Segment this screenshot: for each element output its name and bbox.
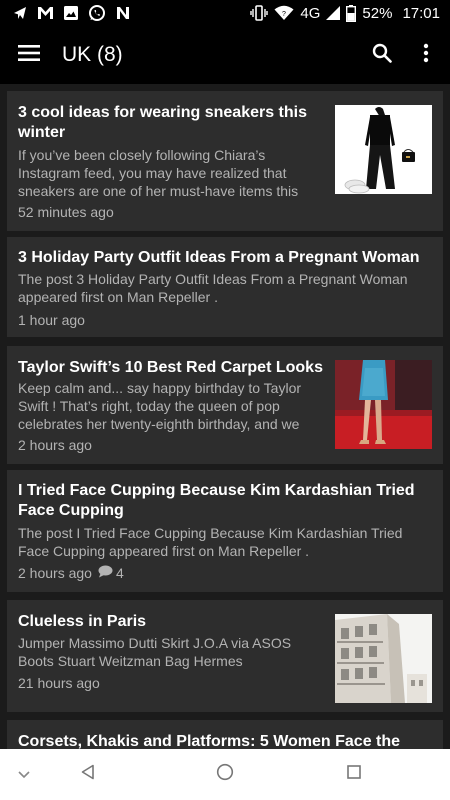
- article-excerpt: The post I Tried Face Cupping Because Ki…: [18, 525, 403, 559]
- comment-count: 4: [98, 564, 124, 582]
- article-time-text: 1 hour ago: [18, 312, 85, 328]
- search-icon: [372, 43, 392, 68]
- overflow-menu-icon: [423, 43, 429, 68]
- collapse-button[interactable]: [8, 749, 40, 800]
- article-card[interactable]: 3 cool ideas for wearing sneakers this w…: [7, 91, 443, 231]
- article-thumbnail[interactable]: [335, 614, 432, 703]
- app-bar: UK (8): [0, 26, 450, 84]
- article-title: I Tried Face Cupping Because Kim Kardash…: [18, 482, 415, 519]
- article-thumbnail[interactable]: [335, 105, 432, 194]
- article-time: 2 hours ago 4: [18, 564, 124, 582]
- clock: 17:01: [402, 4, 440, 22]
- app-n-icon: [115, 5, 131, 21]
- article-card[interactable]: Corsets, Khakis and Platforms: 5 Women F…: [7, 720, 443, 749]
- system-status: ? 4G 52% 17:01: [250, 4, 440, 22]
- signal-icon: [326, 6, 341, 20]
- menu-button[interactable]: [0, 26, 58, 84]
- telegram-icon: [12, 5, 28, 21]
- home-button[interactable]: [205, 749, 245, 800]
- overflow-menu-button[interactable]: [404, 26, 448, 84]
- article-title: Corsets, Khakis and Platforms: 5 Women F…: [18, 733, 401, 749]
- article-time: 21 hours ago: [18, 674, 100, 692]
- comment-icon: [98, 564, 113, 582]
- article-feed: 3 cool ideas for wearing sneakers this w…: [0, 84, 450, 749]
- collapse-chevron-icon: [18, 766, 30, 784]
- battery-percent: 52%: [362, 4, 393, 22]
- menu-icon: [18, 44, 40, 66]
- article-time: 52 minutes ago: [18, 203, 114, 221]
- comment-count-value: 4: [115, 565, 124, 581]
- article-thumbnail[interactable]: [335, 360, 432, 449]
- article-time-text: 21 hours ago: [18, 675, 100, 691]
- article-time-text: 2 hours ago: [18, 437, 92, 453]
- vibrate-icon: [250, 5, 269, 21]
- article-title: Clueless in Paris: [18, 613, 147, 630]
- article-time-text: 2 hours ago: [18, 565, 92, 581]
- article-time: 2 hours ago: [18, 436, 92, 454]
- article-time-text: 52 minutes ago: [18, 204, 114, 220]
- navigation-bar: [0, 749, 450, 800]
- article-excerpt: If you’ve been closely following Chiara’…: [18, 147, 299, 199]
- recents-icon: [347, 765, 361, 784]
- search-button[interactable]: [360, 26, 404, 84]
- gmail-icon: [37, 6, 54, 20]
- article-title: 3 Holiday Party Outfit Ideas From a Preg…: [18, 249, 420, 266]
- article-excerpt: Jumper Massimo Dutti Skirt J.O.A via ASO…: [18, 635, 292, 669]
- home-icon: [216, 763, 234, 786]
- back-icon: [80, 764, 96, 785]
- notification-icons: [12, 4, 131, 22]
- back-button[interactable]: [68, 749, 108, 800]
- article-card[interactable]: Clueless in Paris Jumper Massimo Dutti S…: [7, 600, 443, 712]
- whatsapp-icon: [88, 4, 106, 22]
- article-card[interactable]: 3 Holiday Party Outfit Ideas From a Preg…: [7, 237, 443, 337]
- svg-text:?: ?: [282, 11, 286, 18]
- wifi-icon: ?: [274, 5, 294, 21]
- page-title: UK (8): [62, 43, 123, 66]
- article-excerpt: The post 3 Holiday Party Outfit Ideas Fr…: [18, 271, 408, 305]
- screen: ? 4G 52% 17:01 UK (8) 3 cool ideas for w…: [0, 0, 450, 800]
- article-time: 1 hour ago: [18, 311, 85, 329]
- article-card[interactable]: I Tried Face Cupping Because Kim Kardash…: [7, 470, 443, 592]
- article-title: 3 cool ideas for wearing sneakers this w…: [18, 104, 307, 141]
- article-excerpt: Keep calm and... say happy birthday to T…: [18, 380, 302, 432]
- status-bar: ? 4G 52% 17:01: [0, 0, 450, 26]
- article-title: Taylor Swift’s 10 Best Red Carpet Looks: [18, 359, 323, 376]
- network-type: 4G: [300, 4, 321, 22]
- photo-icon: [63, 5, 79, 21]
- battery-icon: [346, 4, 357, 22]
- recents-button[interactable]: [334, 749, 374, 800]
- article-card[interactable]: Taylor Swift’s 10 Best Red Carpet Looks …: [7, 346, 443, 464]
